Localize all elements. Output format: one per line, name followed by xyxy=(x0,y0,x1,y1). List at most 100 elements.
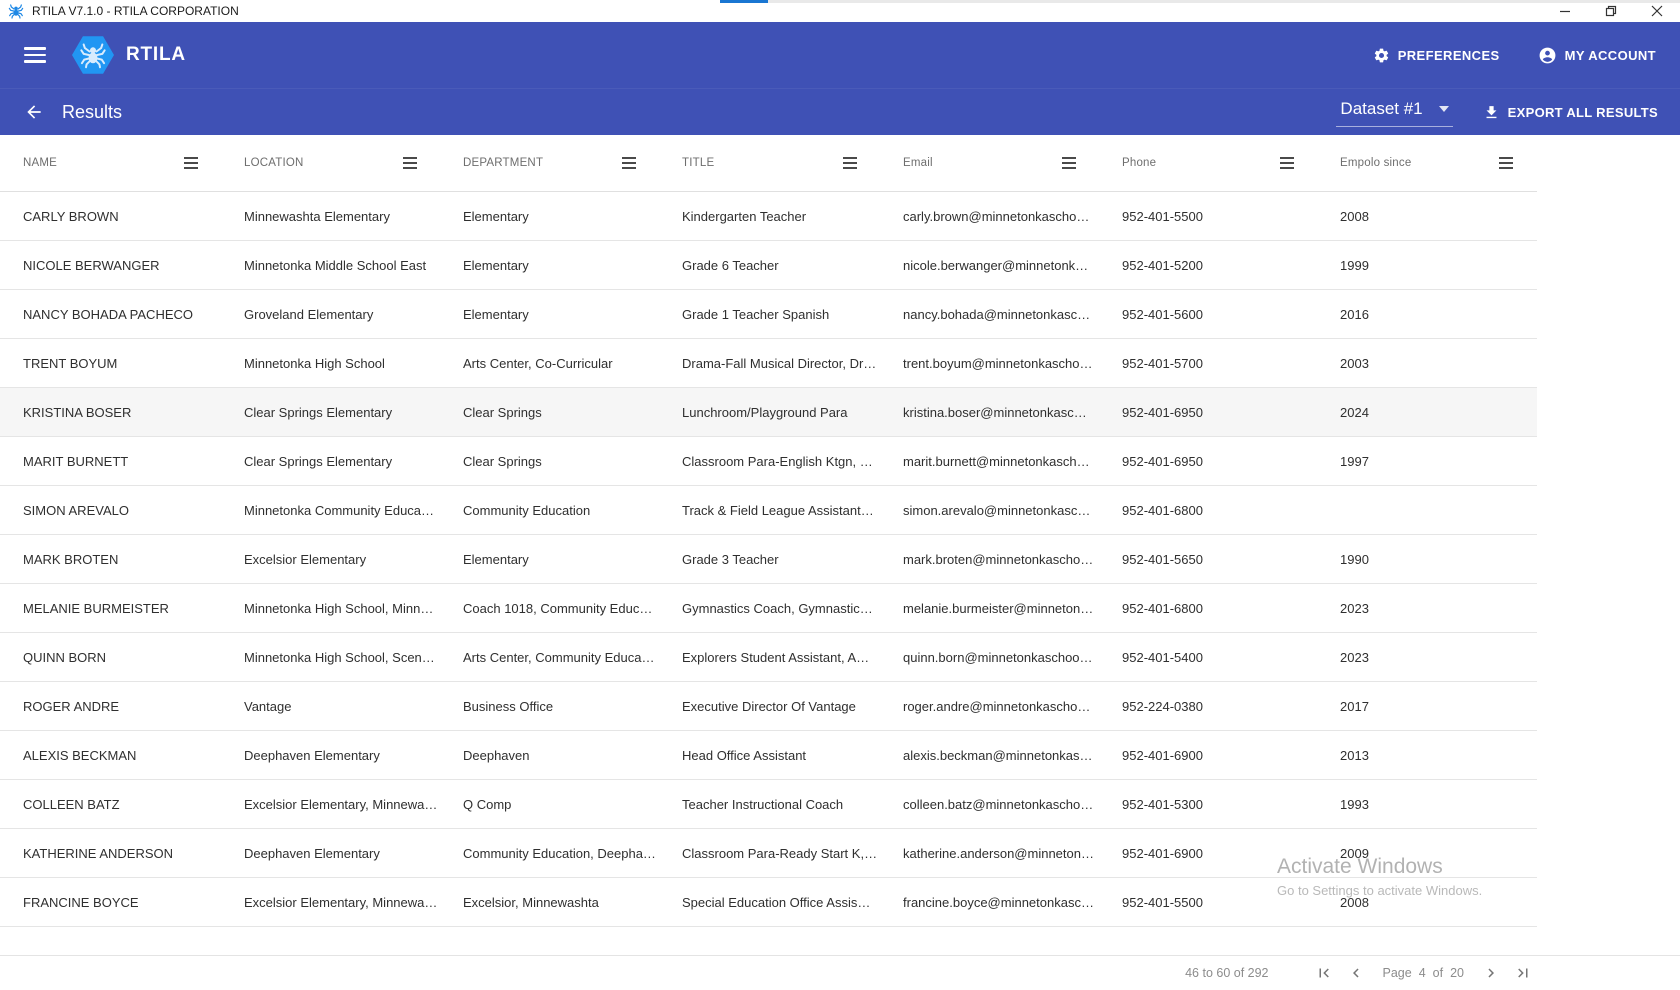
table-row[interactable]: SIMON AREVALO Minnetonka Community Educa…… xyxy=(0,486,1537,535)
table-row[interactable]: CARLY BROWN Minnewashta Elementary Element… xyxy=(0,192,1537,241)
column-header-location[interactable]: LOCATION xyxy=(244,157,463,169)
table-row[interactable]: ALEXIS BECKMAN Deephaven Elementary Deepha… xyxy=(0,731,1537,780)
column-header-name[interactable]: NAME xyxy=(23,157,244,169)
cell-department: Arts Center, Community Educa… xyxy=(463,649,655,665)
cell-name: KATHERINE ANDERSON xyxy=(23,845,174,861)
table-row[interactable]: FRANCINE BOYCE Excelsior Elementary, Minn… xyxy=(0,878,1537,927)
dataset-label: Dataset #1 xyxy=(1340,99,1423,118)
loading-bar-progress xyxy=(720,0,768,3)
cell-phone: 952-401-5650 xyxy=(1122,551,1203,567)
cell-email: nancy.bohada@minnetonkasc… xyxy=(903,306,1091,322)
cell-title: Classroom Para-English Ktgn, … xyxy=(682,453,873,469)
row-range-label: 46 to 60 of 292 xyxy=(1185,966,1269,980)
cell-department: Business Office xyxy=(463,698,554,714)
cell-location: Minnetonka High School, Scen… xyxy=(244,649,435,665)
column-header-title[interactable]: TITLE xyxy=(682,157,903,169)
column-label: NAME xyxy=(23,157,58,169)
cell-name: MARIT BURNETT xyxy=(23,453,129,469)
window-title: RTILA V7.1.0 - RTILA CORPORATION xyxy=(32,4,239,18)
column-header-email[interactable]: Email xyxy=(903,157,1122,169)
column-header-employed-since[interactable]: Empolo since xyxy=(1340,157,1537,169)
export-all-results-button[interactable]: EXPORT ALL RESULTS xyxy=(1483,104,1658,121)
column-header-phone[interactable]: Phone xyxy=(1122,157,1340,169)
table-row[interactable]: QUINN BORN Minnetonka High School, Scen… A… xyxy=(0,633,1537,682)
cell-phone: 952-224-0380 xyxy=(1122,698,1203,714)
table-row[interactable]: KATHERINE ANDERSON Deephaven Elementary Co… xyxy=(0,829,1537,878)
cell-name: ALEXIS BECKMAN xyxy=(23,747,137,763)
close-button[interactable] xyxy=(1634,0,1680,22)
cell-name: COLLEEN BATZ xyxy=(23,796,120,812)
cell-title: Teacher Instructional Coach xyxy=(682,796,844,812)
filter-icon[interactable] xyxy=(843,157,857,169)
cell-location: Minnetonka High School, Minn… xyxy=(244,600,434,616)
cell-email: marit.burnett@minnetonkasch… xyxy=(903,453,1090,469)
filter-icon[interactable] xyxy=(403,157,417,169)
cell-phone: 952-401-5300 xyxy=(1122,796,1203,812)
table-row[interactable]: NANCY BOHADA PACHECO Groveland Elementary… xyxy=(0,290,1537,339)
filter-icon[interactable] xyxy=(1499,157,1513,169)
cell-email: quinn.born@minnetonkaschoo… xyxy=(903,649,1093,665)
table-row[interactable]: MARK BROTEN Excelsior Elementary Elementar… xyxy=(0,535,1537,584)
back-arrow-icon[interactable] xyxy=(22,100,46,124)
page-title: Results xyxy=(62,101,123,122)
column-header-department[interactable]: DEPARTMENT xyxy=(463,157,682,169)
cell-name: NANCY BOHADA PACHECO xyxy=(23,306,194,322)
download-icon xyxy=(1486,105,1497,118)
table-row[interactable]: MARIT BURNETT Clear Springs Elementary Cle… xyxy=(0,437,1537,486)
cell-employed_since: 2009 xyxy=(1340,845,1369,861)
filter-icon[interactable] xyxy=(1062,157,1076,169)
cell-department: Q Comp xyxy=(463,796,512,812)
first-page-button[interactable] xyxy=(1311,960,1337,986)
table-row[interactable]: COLLEEN BATZ Excelsior Elementary, Minnew… xyxy=(0,780,1537,829)
cell-location: Excelsior Elementary, Minnewa… xyxy=(244,894,438,910)
table-row[interactable]: KRISTINA BOSER Clear Springs Elementary Cl… xyxy=(0,388,1537,437)
next-page-button[interactable] xyxy=(1478,960,1504,986)
cell-email: francine.boyce@minnetonkasc… xyxy=(903,894,1094,910)
last-page-button[interactable] xyxy=(1510,960,1536,986)
cell-location: Minnetonka Middle School East xyxy=(244,257,427,273)
table-body: CARLY BROWN Minnewashta Elementary Element… xyxy=(0,192,1537,927)
table-row[interactable]: MELANIE BURMEISTER Minnetonka High School… xyxy=(0,584,1537,633)
cell-location: Excelsior Elementary, Minnewa… xyxy=(244,796,438,812)
filter-icon[interactable] xyxy=(622,157,636,169)
my-account-button[interactable]: MY ACCOUNT xyxy=(1538,46,1656,65)
menu-icon[interactable] xyxy=(24,47,46,63)
cell-location: Clear Springs Elementary xyxy=(244,404,393,420)
cell-phone: 952-401-5500 xyxy=(1122,208,1203,224)
account-circle-icon xyxy=(1539,47,1556,63)
cell-title: Explorers Student Assistant, A… xyxy=(682,649,870,665)
previous-page-button[interactable] xyxy=(1343,960,1369,986)
filter-icon[interactable] xyxy=(1280,157,1294,169)
cell-location: Minnetonka High School xyxy=(244,355,385,371)
cell-title: Lunchroom/Playground Para xyxy=(682,404,848,420)
minimize-button[interactable] xyxy=(1542,0,1588,22)
brand-name: RTILA xyxy=(126,44,186,65)
cell-employed_since: 1990 xyxy=(1340,551,1369,567)
column-label: DEPARTMENT xyxy=(463,157,544,169)
cell-employed_since: 2016 xyxy=(1340,306,1369,322)
cell-department: Elementary xyxy=(463,551,529,567)
os-title-bar: RTILA V7.1.0 - RTILA CORPORATION xyxy=(0,0,1680,22)
table-row[interactable]: ROGER ANDRE Vantage Business Office Executi… xyxy=(0,682,1537,731)
column-label: Empolo since xyxy=(1340,157,1412,169)
cell-email: nicole.berwanger@minnetonk… xyxy=(903,257,1089,273)
cell-phone: 952-401-6800 xyxy=(1122,502,1203,518)
cell-employed_since: 1997 xyxy=(1340,453,1369,469)
table-row[interactable]: TRENT BOYUM Minnetonka High School Arts Ce… xyxy=(0,339,1537,388)
restore-button[interactable] xyxy=(1588,0,1634,22)
export-label: EXPORT ALL RESULTS xyxy=(1507,104,1658,120)
table-row[interactable]: NICOLE BERWANGER Minnetonka Middle School… xyxy=(0,241,1537,290)
cell-department: Excelsior, Minnewashta xyxy=(463,894,599,910)
cell-location: Groveland Elementary xyxy=(244,306,374,322)
spider-icon xyxy=(80,43,106,69)
cell-department: Clear Springs xyxy=(463,404,542,420)
filter-icon[interactable] xyxy=(184,157,198,169)
cell-title: Executive Director Of Vantage xyxy=(682,698,856,714)
dataset-selector[interactable]: Dataset #1 xyxy=(1336,97,1453,127)
column-label: Phone xyxy=(1122,157,1157,169)
results-table: NAME LOCATION DEPARTMENT TITLE Email Pho… xyxy=(0,135,1537,927)
cell-department: Deephaven xyxy=(463,747,530,763)
preferences-button[interactable]: PREFERENCES xyxy=(1373,47,1500,64)
cell-employed_since: 2013 xyxy=(1340,747,1369,763)
cell-department: Elementary xyxy=(463,257,529,273)
